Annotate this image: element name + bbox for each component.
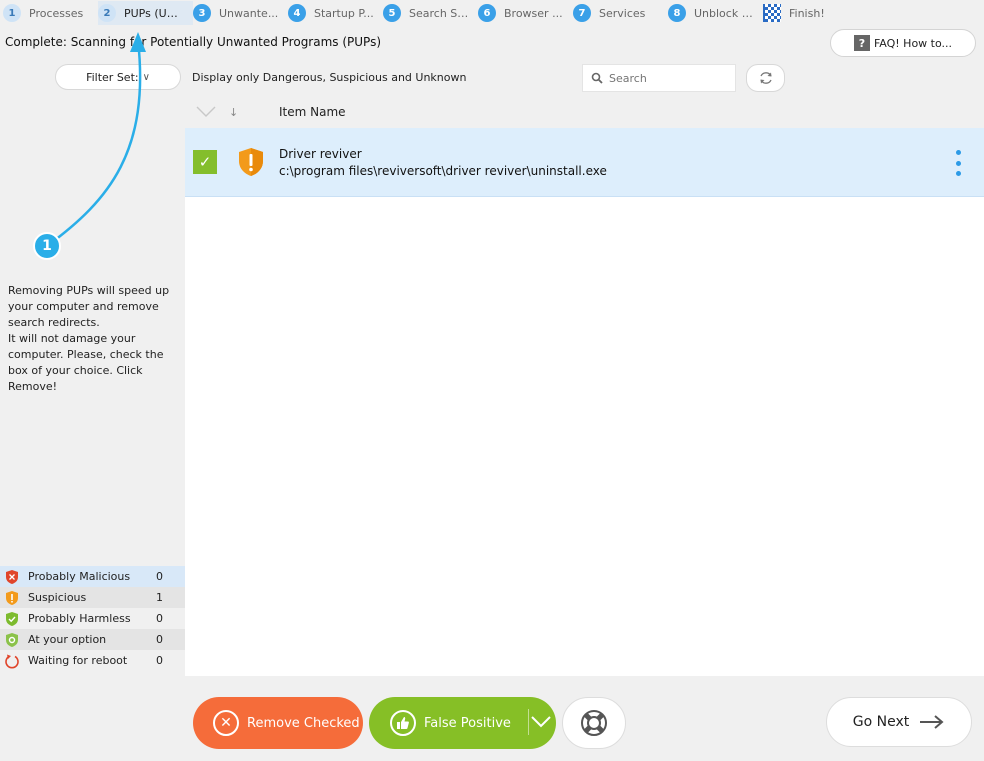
legend-label: Suspicious xyxy=(28,591,87,604)
step-number: 8 xyxy=(668,4,686,22)
remove-checked-button[interactable]: ✕ Remove Checked xyxy=(193,697,363,749)
refresh-icon xyxy=(759,72,772,84)
select-all-checkbox[interactable] xyxy=(185,106,227,118)
step-label: Browser ... xyxy=(504,6,563,20)
tip-line-1: Removing PUPs will speed up your compute… xyxy=(8,284,170,329)
step-number: 6 xyxy=(478,4,496,22)
item-checkbox[interactable]: ✓ xyxy=(193,150,217,174)
arrow-right-icon xyxy=(920,715,944,729)
false-positive-label: False Positive xyxy=(424,715,511,731)
legend-count: 0 xyxy=(156,570,163,583)
step-label: Search Se... xyxy=(409,6,469,20)
orange-shield-icon xyxy=(6,590,18,605)
legend-at-your-option[interactable]: At your option 0 xyxy=(0,629,185,650)
step-number: 3 xyxy=(193,4,211,22)
step-search[interactable]: 5 Search Se... xyxy=(383,1,478,25)
legend-count: 0 xyxy=(156,633,163,646)
step-label: Startup P... xyxy=(314,6,374,20)
severity-legend: Probably Malicious 0 Suspicious 1 Probab… xyxy=(0,566,185,671)
refresh-button[interactable] xyxy=(746,64,785,92)
step-number: 4 xyxy=(288,4,306,22)
green-shield-icon xyxy=(6,611,18,626)
search-input[interactable] xyxy=(609,71,729,85)
filter-set-dropdown[interactable]: Filter Set: ∨ xyxy=(55,64,181,90)
column-item-name[interactable]: Item Name xyxy=(279,105,346,119)
step-unblock[interactable]: 8 Unblock A... xyxy=(668,1,763,25)
step-unwanted[interactable]: 3 Unwante... xyxy=(193,1,288,25)
tip-line-2: It will not damage your computer. Please… xyxy=(8,332,164,393)
more-options-icon[interactable] xyxy=(956,150,962,176)
go-next-label: Go Next xyxy=(852,714,910,730)
close-icon: ✕ xyxy=(213,710,239,736)
callout-badge: 1 xyxy=(33,232,61,260)
step-number: 5 xyxy=(383,4,401,22)
status-title: Complete: Scanning for Potentially Unwan… xyxy=(5,35,382,49)
legend-count: 0 xyxy=(156,612,163,625)
step-label: PUPs (Un... xyxy=(124,6,184,20)
chevron-down-icon[interactable] xyxy=(528,709,552,735)
legend-probably-malicious[interactable]: Probably Malicious 0 xyxy=(0,566,185,587)
filter-label: Filter Set: xyxy=(86,70,139,84)
chevron-down-icon: ∨ xyxy=(142,71,150,83)
step-processes[interactable]: 1 Processes xyxy=(3,1,98,25)
step-label: Unwante... xyxy=(219,6,279,20)
legend-count: 0 xyxy=(156,654,163,667)
red-shield-icon xyxy=(6,569,18,584)
checkered-flag-icon xyxy=(763,4,781,22)
item-path: c:\program files\reviversoft\driver revi… xyxy=(279,163,607,178)
question-icon: ? xyxy=(853,35,870,51)
legend-label: Probably Harmless xyxy=(28,612,131,625)
step-label: Finish! xyxy=(789,6,825,20)
chevron-down-icon xyxy=(196,106,216,117)
items-list: ✓ Driver reviver c:\program files\revive… xyxy=(185,128,984,676)
false-positive-button[interactable]: False Positive xyxy=(369,697,556,749)
legend-label: Probably Malicious xyxy=(28,570,131,583)
search-box[interactable] xyxy=(582,64,736,92)
remove-label: Remove Checked xyxy=(247,715,360,731)
help-button[interactable] xyxy=(562,697,626,749)
step-services[interactable]: 7 Services xyxy=(573,1,668,25)
go-next-button[interactable]: Go Next xyxy=(826,697,972,747)
filter-description: Display only Dangerous, Suspicious and U… xyxy=(192,71,467,84)
reboot-icon xyxy=(5,654,19,668)
legend-suspicious[interactable]: Suspicious 1 xyxy=(0,587,185,608)
step-number: 2 xyxy=(98,4,116,22)
legend-probably-harmless[interactable]: Probably Harmless 0 xyxy=(0,608,185,629)
gear-shield-icon xyxy=(6,632,18,647)
faq-button[interactable]: ? FAQ! How to... xyxy=(830,29,976,57)
step-browser[interactable]: 6 Browser ... xyxy=(478,1,573,25)
lifebuoy-icon xyxy=(581,710,607,736)
step-finish[interactable]: Finish! xyxy=(763,1,853,25)
step-startup[interactable]: 4 Startup P... xyxy=(288,1,383,25)
step-number: 7 xyxy=(573,4,591,22)
legend-count: 1 xyxy=(156,591,163,604)
bottom-bar: ✕ Remove Checked False Positive Go Next xyxy=(0,676,984,761)
table-header: ↓ Item Name xyxy=(185,96,984,128)
list-item[interactable]: ✓ Driver reviver c:\program files\revive… xyxy=(185,128,984,197)
step-label: Services xyxy=(599,6,646,20)
search-icon xyxy=(591,72,603,84)
sort-arrow-icon[interactable]: ↓ xyxy=(227,106,279,119)
step-label: Processes xyxy=(29,6,84,20)
faq-label: FAQ! How to... xyxy=(873,36,953,50)
legend-label: Waiting for reboot xyxy=(28,654,128,667)
legend-waiting-reboot[interactable]: Waiting for reboot 0 xyxy=(0,650,185,671)
steps-bar: 1 Processes 2 PUPs (Un... 3 Unwante... 4 Sta… xyxy=(0,0,984,26)
legend-label: At your option xyxy=(28,633,107,646)
orange-shield-icon xyxy=(239,148,263,176)
tip-text: Removing PUPs will speed up your compute… xyxy=(8,283,184,395)
step-pups[interactable]: 2 PUPs (Un... xyxy=(98,1,193,25)
item-name: Driver reviver xyxy=(279,146,362,161)
step-number: 1 xyxy=(3,4,21,22)
thumbs-up-icon xyxy=(390,710,416,736)
step-label: Unblock A... xyxy=(694,6,754,20)
